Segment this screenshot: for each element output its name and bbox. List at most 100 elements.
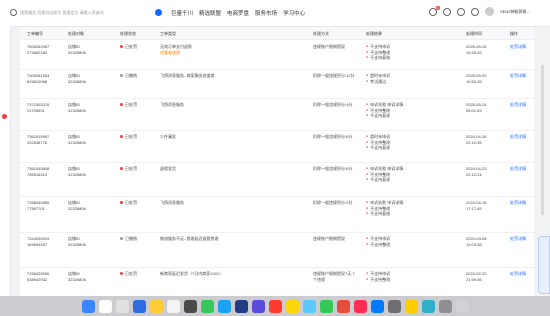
detail-link[interactable]: 处罚详情 bbox=[510, 44, 526, 50]
type-text: 新商家延迟发货（7日内商家1001） bbox=[160, 271, 224, 276]
message-icon[interactable] bbox=[442, 7, 451, 16]
dock-app-icon[interactable] bbox=[183, 299, 197, 313]
type-text: 少件漏发 bbox=[160, 134, 176, 139]
dock-app-icon[interactable] bbox=[421, 299, 435, 313]
notification-badge: 2 bbox=[436, 5, 440, 10]
status-icon: ● bbox=[366, 145, 369, 149]
dock-app-icon[interactable] bbox=[302, 299, 316, 313]
dock-app-icon[interactable] bbox=[132, 299, 146, 313]
search-box[interactable]: 搜索服务 切换抖店账号 快速定位 请输入关键词 bbox=[10, 8, 152, 18]
table-header: 工单编号 处理对象 处理状态 工单类型 处理方式 处理结果 处理时间 操作 bbox=[20, 27, 534, 40]
status-text: 已处罚 bbox=[125, 271, 137, 276]
ticket-id: 7358040856 77557701 bbox=[27, 200, 50, 211]
status-badge: 已处罚 bbox=[120, 134, 137, 140]
status-text: 已撤销 bbox=[125, 236, 137, 241]
nav-item-learning-center[interactable]: 学习中心 bbox=[283, 9, 305, 17]
dock-app-icon[interactable] bbox=[404, 299, 418, 313]
detail-link[interactable]: 处罚详情 bbox=[510, 166, 526, 172]
status-dot-icon bbox=[120, 272, 123, 276]
header-icons: 2 SENZ神秘贸易... bbox=[428, 5, 530, 16]
status-icon: ● bbox=[366, 177, 369, 181]
result-text: 考试通过 bbox=[370, 78, 387, 84]
table-row: 7372303376 21705531 店铺ID 32326806 已处罚 飞鸽消息服… bbox=[20, 98, 534, 131]
type-text: 飞鸽消息服务 bbox=[160, 200, 184, 205]
help-icon[interactable] bbox=[456, 7, 465, 16]
time: 2025-05-26 10:33:49 bbox=[466, 44, 487, 55]
detail-link[interactable]: 处罚详情 bbox=[510, 73, 526, 79]
avatar[interactable] bbox=[484, 7, 494, 16]
method: 扣除一般违规积分:12分 bbox=[313, 73, 355, 78]
dock-app-icon[interactable] bbox=[200, 299, 214, 313]
table-row: 7362919957 202838776 店铺ID 32326806 已处罚 少件漏发… bbox=[20, 130, 534, 163]
detail-link[interactable]: 处罚详情 bbox=[510, 200, 526, 206]
result-text: 不支持复核 bbox=[370, 177, 391, 182]
result: ● 超时未申诉 ● 不支持整改 ● 不支持复核 bbox=[366, 134, 446, 151]
dock-app-icon[interactable] bbox=[251, 299, 265, 313]
result-text: 不支持复核 bbox=[370, 113, 391, 118]
bell-icon[interactable]: 2 bbox=[428, 5, 440, 16]
ticket-type: 新商家延迟发货（7日内商家1001） bbox=[160, 271, 290, 277]
dock-app-icon[interactable] bbox=[319, 299, 333, 313]
dock-app-icon[interactable] bbox=[336, 299, 350, 313]
result-text: 不支持复核 bbox=[370, 55, 391, 60]
type-text: 飞鸽消息服务 bbox=[160, 102, 184, 107]
settings-icon[interactable] bbox=[470, 7, 479, 16]
nav-item-compass[interactable]: 电商罗盘 bbox=[227, 9, 249, 17]
dock-app-icon[interactable] bbox=[387, 299, 401, 313]
object: 店铺ID 32326806 bbox=[68, 73, 86, 84]
floating-help-button[interactable] bbox=[538, 236, 550, 294]
detail-link[interactable]: 处罚详情 bbox=[510, 271, 526, 277]
ticket-type: 物流服务不足--揽收延迟虚假揽收 bbox=[160, 236, 290, 242]
detail-link[interactable]: 处罚详情 bbox=[510, 134, 526, 140]
method: 扣除一般违规积分:8分 bbox=[313, 166, 353, 171]
type-text: 虚假发货 bbox=[160, 166, 176, 171]
detail-link[interactable]: 处罚详情 bbox=[510, 236, 526, 242]
object: 店铺ID 32326806 bbox=[68, 271, 86, 282]
ticket-id: 7309051953 626810066 bbox=[27, 73, 50, 84]
object: 店铺ID 32326806 bbox=[68, 44, 86, 55]
status-text: 已处罚 bbox=[125, 134, 137, 139]
ticket-id: 7344259204 169694457 bbox=[27, 236, 50, 247]
status-text: 已处罚 bbox=[125, 102, 137, 107]
result-text: 不支持复核 bbox=[370, 211, 391, 216]
dock-app-icon[interactable] bbox=[115, 299, 129, 313]
table-row: 7605262957 274682180 店铺ID 32326806 已处罚 无效订单… bbox=[20, 40, 534, 70]
status-icon: ● bbox=[366, 113, 369, 117]
result-item: ● 不支持复核 bbox=[366, 177, 446, 183]
nav-item-qianchuan[interactable]: 巨量千川 bbox=[171, 9, 193, 17]
method: 违规账户限制提现 bbox=[313, 236, 345, 241]
status-badge: 已处罚 bbox=[120, 271, 137, 277]
nav-item-alliance[interactable]: 精选联盟 bbox=[199, 9, 221, 17]
dock-app-icon[interactable] bbox=[234, 299, 248, 313]
dock-app-icon[interactable] bbox=[438, 299, 452, 313]
dock-app-icon[interactable] bbox=[98, 299, 112, 313]
search-submit-icon[interactable] bbox=[155, 9, 162, 16]
dock-app-icon[interactable] bbox=[455, 299, 469, 313]
scrollbar[interactable] bbox=[541, 65, 544, 215]
dock-app-icon[interactable] bbox=[81, 299, 95, 313]
dock-app-icon[interactable] bbox=[166, 299, 180, 313]
dock-app-icon[interactable] bbox=[217, 299, 231, 313]
username[interactable]: SENZ神秘贸易... bbox=[500, 9, 530, 15]
detail-link[interactable]: 处罚详情 bbox=[510, 102, 526, 108]
time: 2025-05-24 05:01:53 bbox=[466, 102, 487, 113]
dock-app-icon[interactable] bbox=[268, 299, 282, 313]
dock-app-icon[interactable] bbox=[285, 299, 299, 313]
nav-item-service-market[interactable]: 服务市场 bbox=[255, 9, 277, 17]
dock-app-icon[interactable] bbox=[149, 299, 163, 313]
dock-app-icon[interactable] bbox=[370, 299, 384, 313]
status-dot-icon bbox=[120, 103, 123, 107]
method: 扣除一般违规积分:8分 bbox=[313, 134, 353, 139]
object: 店铺ID 32326806 bbox=[68, 200, 86, 211]
result: ● 申诉失败 申诉详情 ● 不支持整改 ● 不支持复核 bbox=[366, 166, 446, 183]
result: ● 不支持申诉 ● 不支持整改 ● 不支持复核 bbox=[366, 44, 446, 61]
method: 扣除一般违规积分:2分 bbox=[313, 200, 353, 205]
status-text: 已处罚 bbox=[125, 166, 137, 171]
col-status: 处理状态 bbox=[120, 31, 136, 36]
type-text: 物流服务不足--揽收延迟虚假揽收 bbox=[160, 236, 219, 241]
ticket-type: 少件漏发 bbox=[160, 134, 290, 140]
dock-app-icon[interactable] bbox=[353, 299, 367, 313]
result-text: 不支持整改 bbox=[370, 276, 391, 282]
status-badge: 已撤销 bbox=[120, 236, 137, 242]
result-item: ● 不支持复核 bbox=[366, 145, 446, 151]
